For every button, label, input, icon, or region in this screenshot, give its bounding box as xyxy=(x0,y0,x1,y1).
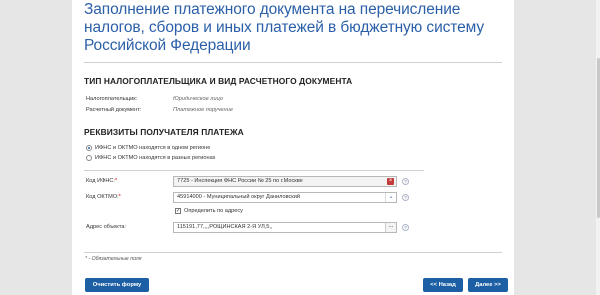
document-label: Расчетный документ: xyxy=(86,107,142,113)
divider-bottom xyxy=(84,252,502,253)
radio-same-region-label: ИФНС и ОКТМО находятся в одном регионе xyxy=(95,145,211,151)
required-fields-note: * - Обязательные поля xyxy=(85,256,142,262)
oktmo-label: Код ОКТМО:* xyxy=(86,194,121,200)
ifns-input-value: 7725 - Инспекция ФНС России № 25 по г.Мо… xyxy=(177,178,303,184)
oktmo-select[interactable]: 45914000 - Муниципальный округ Даниловск… xyxy=(173,192,397,203)
ifns-label-text: Код ИФНС: xyxy=(86,178,115,184)
determine-by-address-checkbox[interactable]: ✓ Определить по адресу xyxy=(175,208,243,214)
back-button[interactable]: << Назад xyxy=(423,278,463,292)
radio-same-region[interactable]: ИФНС и ОКТМО находятся в одном регионе xyxy=(86,145,210,151)
address-label: Адрес объекта: xyxy=(86,224,126,230)
page-title: Заполнение платежного документа на переч… xyxy=(84,1,484,54)
divider-mid xyxy=(84,170,424,171)
ifns-help-icon[interactable]: ? xyxy=(402,178,409,185)
oktmo-help-icon[interactable]: ? xyxy=(402,194,409,201)
clear-icon[interactable]: × xyxy=(387,178,394,185)
document-value: Платежное поручение xyxy=(173,107,233,113)
oktmo-label-text: Код ОКТМО: xyxy=(86,194,119,200)
chevron-down-icon[interactable]: ⌄ xyxy=(385,193,396,202)
oktmo-select-value: 45914000 - Муниципальный округ Даниловск… xyxy=(177,194,300,200)
taxpayer-value: Юридическое лицо xyxy=(173,96,223,102)
radio-different-regions-label: ИФНС и ОКТМО находятся в разных регионах xyxy=(95,155,216,161)
clear-form-button[interactable]: Очистить форму xyxy=(85,278,149,292)
address-input[interactable]: 115191,77,,,,РОЩИНСКАЯ 2-Я УЛ,5,, ... xyxy=(173,222,397,233)
ifns-required-mark: * xyxy=(114,178,118,184)
radio-different-regions[interactable]: ИФНС и ОКТМО находятся в разных регионах xyxy=(86,155,215,161)
more-dots-icon[interactable]: ... xyxy=(385,223,396,232)
address-input-value: 115191,77,,,,РОЩИНСКАЯ 2-Я УЛ,5,, xyxy=(177,224,273,230)
address-help-icon[interactable]: ? xyxy=(402,224,409,231)
determine-by-address-label: Определить по адресу xyxy=(184,208,243,214)
divider-top xyxy=(84,62,502,63)
ifns-input[interactable]: 7725 - Инспекция ФНС России № 25 по г.Мо… xyxy=(173,176,397,187)
ifns-label: Код ИФНС:* xyxy=(86,178,117,184)
section-taxpayer-heading: ТИП НАЛОГОПЛАТЕЛЬЩИКА И ВИД РАСЧЕТНОГО Д… xyxy=(84,76,353,86)
section-recipient-heading: РЕКВИЗИТЫ ПОЛУЧАТЕЛЯ ПЛАТЕЖА xyxy=(84,127,244,137)
radio-different-regions-indicator[interactable] xyxy=(86,155,92,161)
taxpayer-label: Налогоплательщик: xyxy=(86,96,138,102)
oktmo-required-mark: * xyxy=(118,194,121,200)
radio-same-region-indicator[interactable] xyxy=(86,145,92,151)
check-icon[interactable]: ✓ xyxy=(175,208,181,214)
form-page: Заполнение платежного документа на переч… xyxy=(72,0,514,295)
next-button[interactable]: Далее >> xyxy=(468,278,508,292)
